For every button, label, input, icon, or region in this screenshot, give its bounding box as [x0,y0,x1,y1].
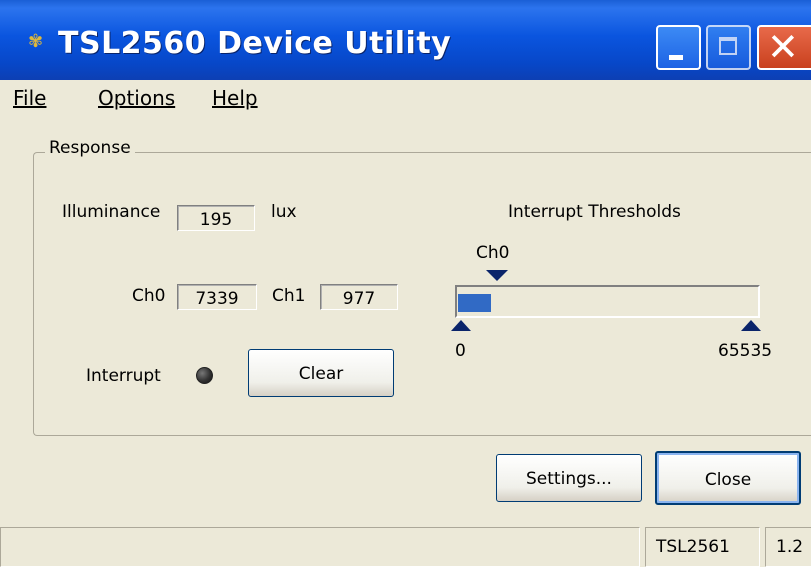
ch0-marker-label: Ch0 [476,243,510,263]
status-version: 1.2 [765,527,811,567]
close-icon: ✕ [767,25,799,69]
ch1-label: Ch1 [272,286,306,306]
illuminance-unit: lux [271,202,297,222]
clear-button[interactable]: Clear [248,349,394,397]
menu-file[interactable]: File [13,86,46,110]
app-icon[interactable]: ✾ [28,32,46,52]
ch1-value: 977 [320,284,398,310]
minimize-button[interactable] [656,25,701,70]
menu-file-label: File [13,86,47,110]
minimize-icon [669,55,683,60]
menu-help-label: Help [212,86,258,110]
status-message [0,527,640,567]
ch0-label: Ch0 [132,286,166,306]
status-device: TSL2561 [645,527,760,567]
maximize-button[interactable] [706,25,751,70]
ch0-marker-arrow-icon [486,270,508,281]
status-bar: TSL2561 1.2 [0,522,811,567]
title-bar: ✾ TSL2560 Device Utility ✕ [0,0,811,80]
threshold-track [455,285,760,318]
interrupt-label: Interrupt [86,366,161,386]
illuminance-value: 195 [177,205,255,231]
response-group-label: Response [45,138,135,158]
settings-button[interactable]: Settings... [496,454,642,502]
menu-bar: File Options Help [0,80,811,116]
ch0-value: 7339 [177,284,257,310]
close-button[interactable]: Close [655,451,801,505]
interrupt-thresholds-title: Interrupt Thresholds [508,202,681,222]
maximize-icon [719,37,737,55]
settings-button-label: Settings... [526,469,612,489]
threshold-min-label: 0 [455,341,466,361]
window-title: TSL2560 Device Utility [58,26,452,61]
menu-options[interactable]: Options [98,86,175,110]
threshold-level-fill [458,294,491,312]
close-button-label: Close [704,470,752,490]
illuminance-label: Illuminance [62,202,161,222]
menu-help[interactable]: Help [212,86,258,110]
close-window-button[interactable]: ✕ [757,25,811,70]
high-threshold-handle[interactable] [741,320,761,331]
menu-options-label: Options [98,86,176,110]
interrupt-indicator-icon [196,367,213,384]
threshold-max-label: 65535 [718,341,773,361]
low-threshold-handle[interactable] [451,320,471,331]
